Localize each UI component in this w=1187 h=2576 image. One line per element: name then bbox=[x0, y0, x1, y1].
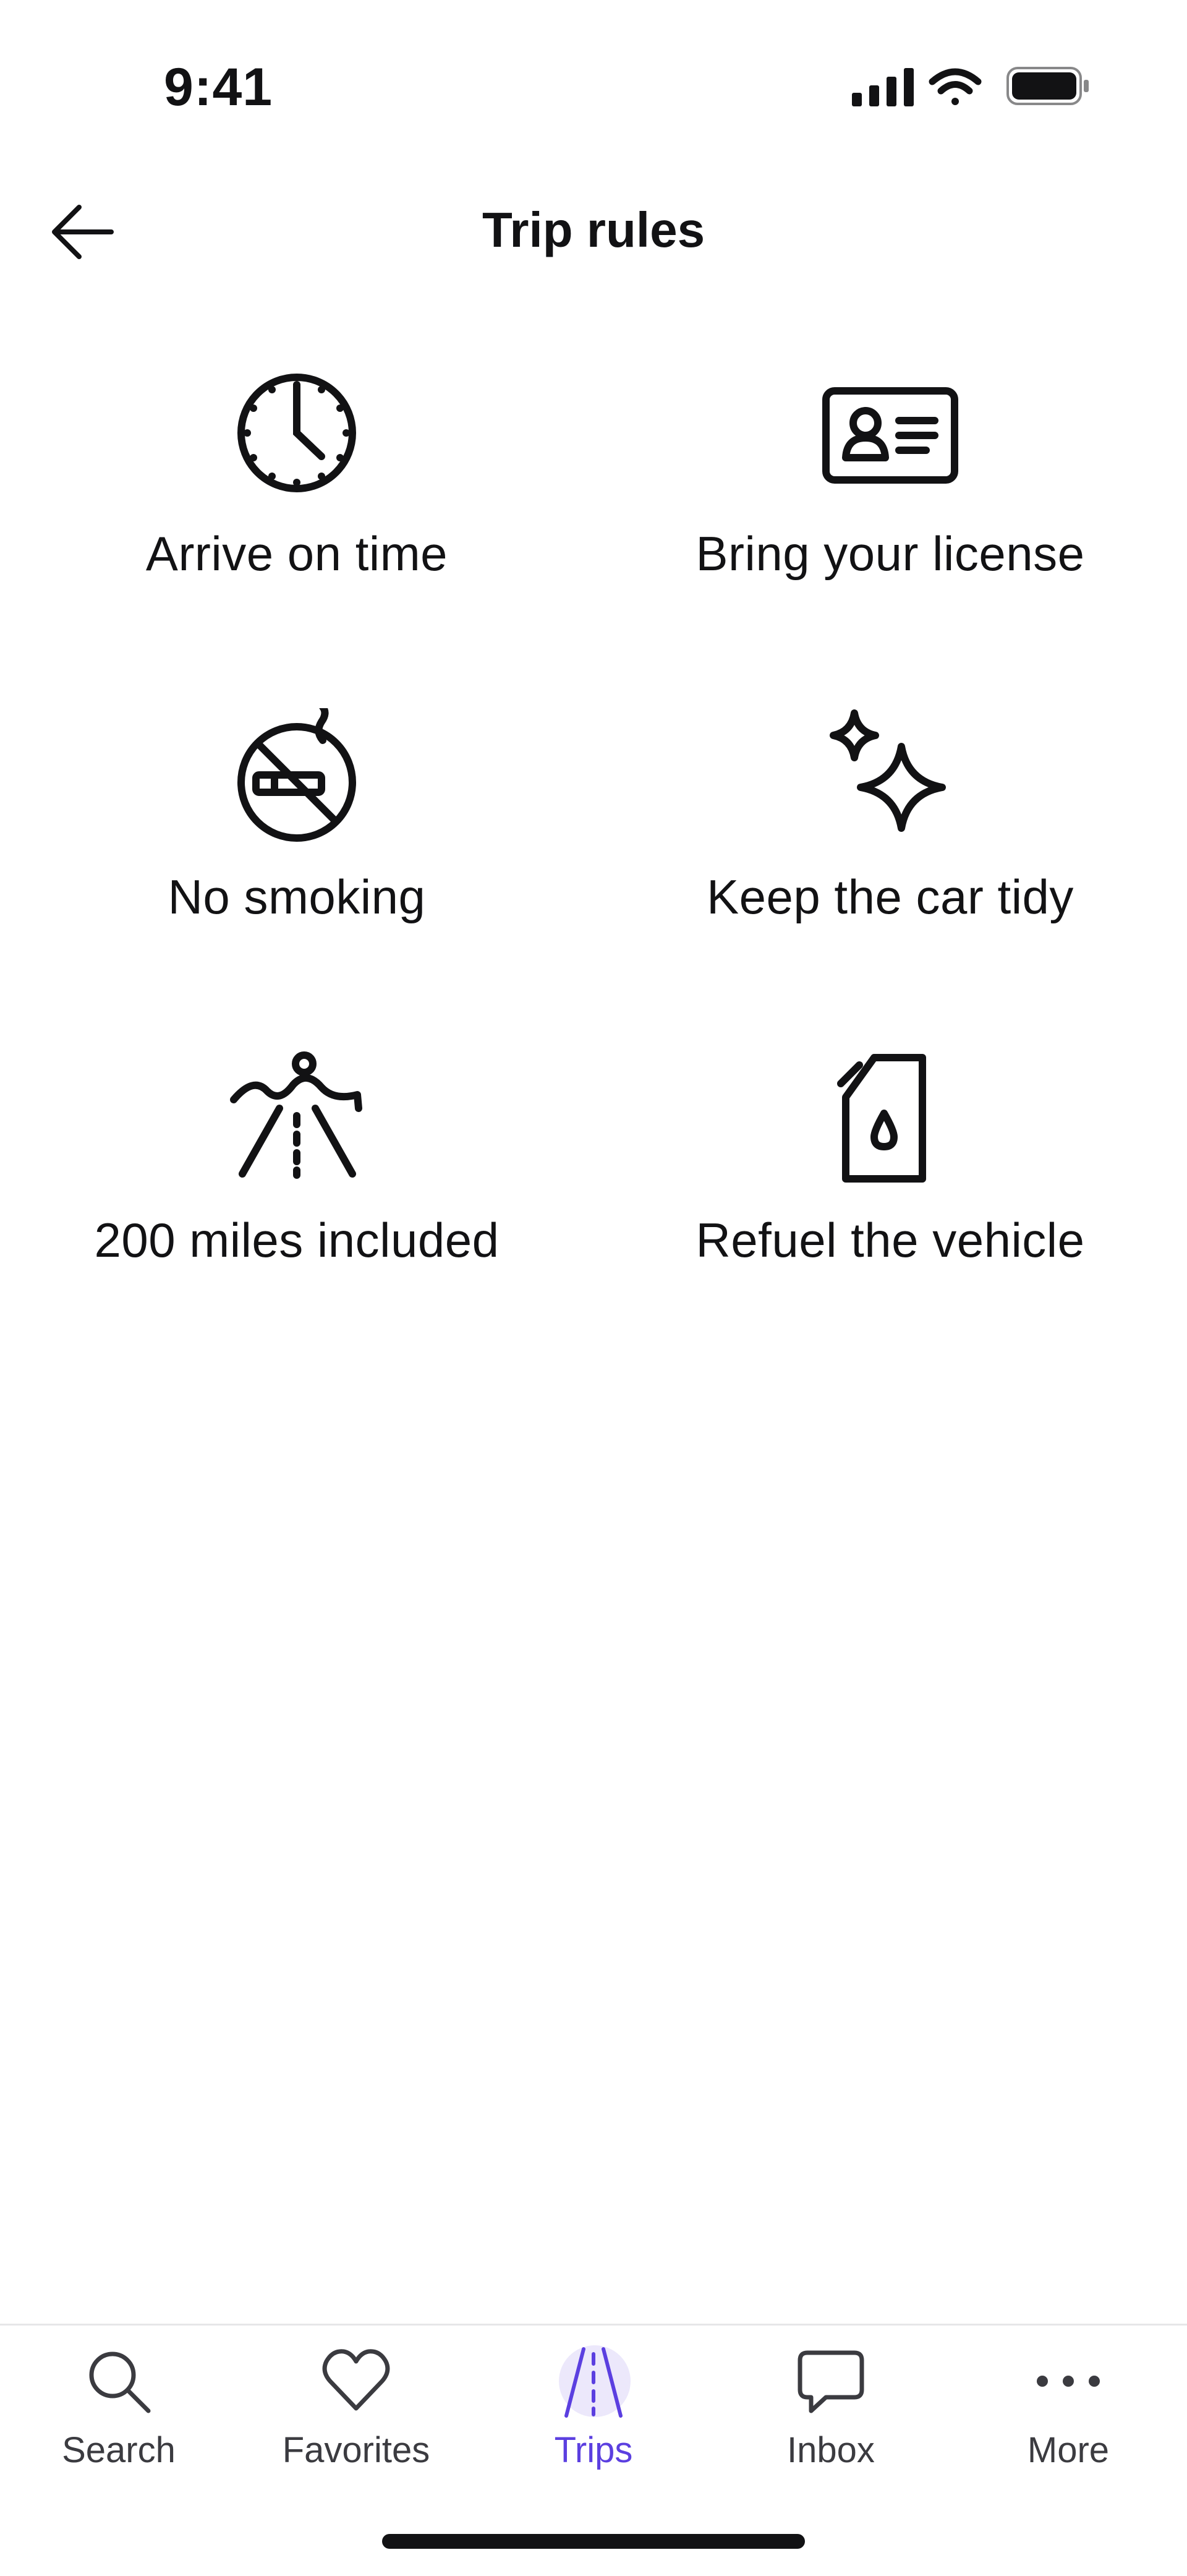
more-dots-icon bbox=[1037, 2376, 1100, 2387]
rule-item-arrive-on-time: Arrive on time bbox=[0, 346, 594, 690]
tab-more[interactable]: More bbox=[950, 2326, 1187, 2486]
tab-label: More bbox=[1027, 2430, 1110, 2470]
rule-label: No smoking bbox=[168, 870, 426, 924]
tab-search[interactable]: Search bbox=[0, 2326, 237, 2486]
fuel-can-icon bbox=[837, 1054, 926, 1183]
tab-label: Inbox bbox=[787, 2430, 875, 2470]
id-card-icon bbox=[822, 387, 958, 484]
rule-item-keep-car-tidy: Keep the car tidy bbox=[594, 690, 1187, 1033]
road-mountains-icon bbox=[230, 1051, 362, 1179]
home-indicator bbox=[382, 2534, 805, 2549]
status-time: 9:41 bbox=[164, 58, 273, 117]
chat-bubble-icon bbox=[798, 2350, 864, 2413]
tab-inbox[interactable]: Inbox bbox=[712, 2326, 950, 2486]
rule-item-miles-included: 200 miles included bbox=[0, 1033, 594, 1376]
header: Trip rules bbox=[0, 161, 1187, 303]
sparkles-icon bbox=[830, 709, 946, 832]
tab-favorites[interactable]: Favorites bbox=[237, 2326, 475, 2486]
rules-grid: Arrive on time Bring your license No smo… bbox=[0, 346, 1187, 1305]
rule-label: Refuel the vehicle bbox=[696, 1213, 1085, 1267]
rule-label: Arrive on time bbox=[145, 526, 448, 581]
heart-icon bbox=[322, 2349, 390, 2411]
tab-trips[interactable]: Trips bbox=[475, 2326, 712, 2486]
rule-item-refuel-vehicle: Refuel the vehicle bbox=[594, 1033, 1187, 1376]
rule-item-bring-your-license: Bring your license bbox=[594, 346, 1187, 690]
cellular-signal-icon bbox=[852, 68, 914, 106]
tab-label: Trips bbox=[554, 2430, 633, 2470]
wifi-icon bbox=[929, 68, 982, 105]
rule-label: Keep the car tidy bbox=[707, 870, 1074, 924]
search-icon bbox=[89, 2351, 151, 2413]
road-icon bbox=[559, 2345, 631, 2418]
tab-label: Favorites bbox=[282, 2430, 430, 2470]
status-bar: 9:41 bbox=[0, 0, 1187, 161]
rule-item-no-smoking: No smoking bbox=[0, 690, 594, 1033]
page-title: Trip rules bbox=[482, 202, 705, 257]
rule-label: Bring your license bbox=[696, 526, 1085, 581]
no-smoking-icon bbox=[237, 708, 356, 842]
tab-label: Search bbox=[62, 2430, 176, 2470]
battery-icon bbox=[1006, 67, 1089, 105]
rule-label: 200 miles included bbox=[94, 1213, 500, 1267]
status-icons bbox=[852, 67, 1089, 106]
clock-icon bbox=[237, 374, 356, 492]
